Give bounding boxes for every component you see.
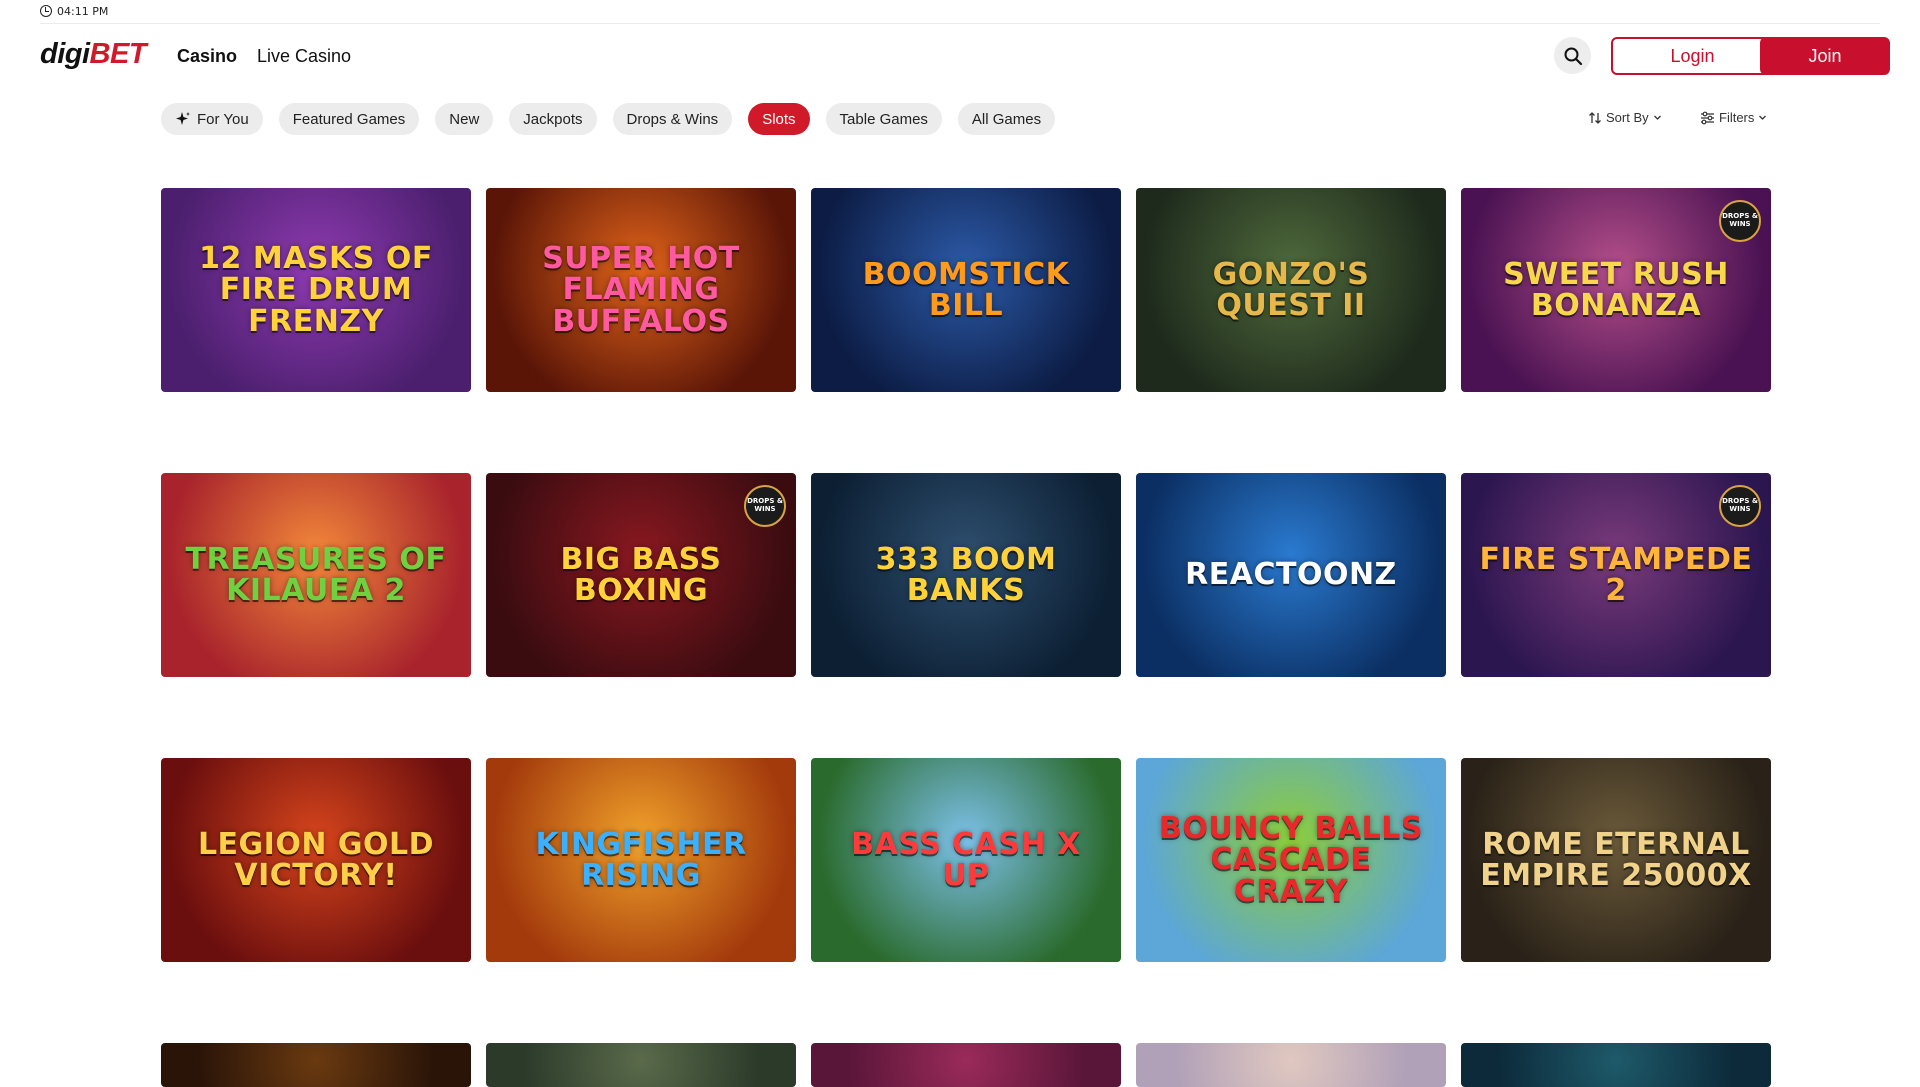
filters-label: Filters	[1719, 110, 1755, 125]
main-nav: Casino Live Casino	[177, 46, 351, 67]
search-button[interactable]	[1554, 37, 1591, 74]
game-tile[interactable]	[161, 1043, 471, 1087]
join-button[interactable]: Join	[1760, 37, 1890, 75]
game-tile[interactable]: Fire Stampede 2 DROPS & WINS	[1461, 473, 1771, 677]
game-title: Gonzo's Quest II	[1212, 256, 1370, 323]
game-tile[interactable]: Super Hot Flaming Buffalos	[486, 188, 796, 392]
chip-label: For You	[197, 110, 249, 128]
site-header: digiBET Casino Live Casino Login Join	[0, 24, 1920, 86]
chip-jackpots[interactable]: Jackpots	[509, 103, 597, 135]
game-title: Legion Gold Victory!	[197, 826, 435, 893]
chip-slots[interactable]: Slots	[748, 103, 810, 135]
logo-prefix: digi	[40, 38, 90, 70]
status-bar: 04:11 PM	[40, 4, 108, 18]
clock-icon	[40, 5, 52, 17]
game-tile[interactable]: Sweet Rush Bonanza DROPS & WINS	[1461, 188, 1771, 392]
game-title: Fire Stampede 2	[1479, 541, 1753, 608]
chip-all-games[interactable]: All Games	[957, 103, 1056, 135]
game-title: Kingfisher Rising	[535, 826, 747, 893]
game-title: 12 Masks of Fire Drum Frenzy	[199, 240, 433, 339]
sort-icon	[1589, 111, 1601, 124]
game-tile[interactable]: Reactoonz	[1136, 473, 1446, 677]
sort-label: Sort By	[1606, 110, 1649, 125]
logo-suffix: BET	[89, 38, 147, 70]
drops-wins-badge: DROPS & WINS	[1719, 200, 1761, 242]
game-title: Reactoonz	[1185, 557, 1397, 593]
game-tile[interactable]: Bass Cash X Up	[811, 758, 1121, 962]
game-tile[interactable]: Gonzo's Quest II	[1136, 188, 1446, 392]
drops-wins-badge: DROPS & WINS	[744, 485, 786, 527]
sparkle-icon	[176, 112, 190, 125]
game-tile[interactable]: Kingfisher Rising	[486, 758, 796, 962]
game-title: Bass Cash X Up	[851, 826, 1081, 893]
sliders-icon	[1701, 111, 1714, 124]
chevron-down-icon	[1759, 115, 1767, 120]
game-title: Treasures of Kilauea 2	[185, 541, 447, 608]
game-tile[interactable]: 12 Masks of Fire Drum Frenzy	[161, 188, 471, 392]
game-tile[interactable]: Bouncy Balls Cascade Crazy	[1136, 758, 1446, 962]
chip-for-you[interactable]: For You	[161, 103, 263, 135]
drops-wins-badge: DROPS & WINS	[1719, 485, 1761, 527]
game-tile[interactable]: Legion Gold Victory!	[161, 758, 471, 962]
game-tile[interactable]	[1136, 1043, 1446, 1087]
filters-control[interactable]: Filters	[1700, 110, 1767, 125]
game-title: Bouncy Balls Cascade Crazy	[1159, 810, 1423, 909]
login-button[interactable]: Login	[1611, 37, 1774, 75]
game-title: Sweet Rush Bonanza	[1503, 256, 1729, 323]
chip-drops-wins[interactable]: Drops & Wins	[612, 103, 733, 135]
game-title: Boomstick Bill	[862, 256, 1070, 323]
game-tile[interactable]: Boomstick Bill	[811, 188, 1121, 392]
game-tile[interactable]	[811, 1043, 1121, 1087]
nav-live-casino[interactable]: Live Casino	[257, 46, 351, 67]
game-tile[interactable]: Treasures of Kilauea 2	[161, 473, 471, 677]
game-tile[interactable]: Big Bass Boxing DROPS & WINS	[486, 473, 796, 677]
game-tile[interactable]: Rome Eternal Empire 25000X	[1461, 758, 1771, 962]
game-tile[interactable]	[1461, 1043, 1771, 1087]
category-filters: For You Featured Games New Jackpots Drop…	[161, 103, 1056, 135]
sort-by-control[interactable]: Sort By	[1588, 110, 1662, 125]
nav-casino[interactable]: Casino	[177, 46, 237, 67]
site-logo[interactable]: digiBET	[40, 38, 147, 71]
game-title: 333 Boom Banks	[875, 541, 1057, 608]
chip-featured-games[interactable]: Featured Games	[278, 103, 420, 135]
game-grid: 12 Masks of Fire Drum Frenzy Super Hot F…	[161, 188, 1771, 1087]
search-icon	[1564, 47, 1582, 65]
game-title: Rome Eternal Empire 25000X	[1480, 826, 1752, 893]
game-title: Super Hot Flaming Buffalos	[542, 240, 740, 339]
chip-new[interactable]: New	[435, 103, 494, 135]
game-tile[interactable]: 333 Boom Banks	[811, 473, 1121, 677]
status-time: 04:11 PM	[57, 4, 109, 18]
game-tile[interactable]	[486, 1043, 796, 1087]
game-title: Big Bass Boxing	[560, 541, 722, 608]
chevron-down-icon	[1653, 115, 1661, 120]
chip-table-games[interactable]: Table Games	[825, 103, 942, 135]
